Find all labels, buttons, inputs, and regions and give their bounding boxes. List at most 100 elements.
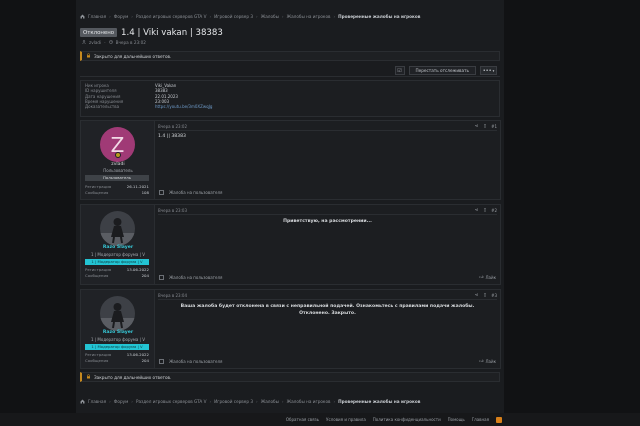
- select-checkbox[interactable]: ☑: [394, 66, 405, 75]
- post-header: Вчера в 23:03 ⋖ ▯ #2: [158, 207, 497, 213]
- field-key: ID нарушителя: [85, 88, 117, 94]
- footer-link-home[interactable]: Главная: [472, 417, 489, 422]
- post-date[interactable]: Вчера в 23:02: [158, 124, 187, 129]
- thread-date[interactable]: Вчера в 23:02: [116, 40, 146, 45]
- post-footer: Жалоба на пользователя 👍︎ Лайк: [159, 274, 496, 280]
- stat-value: 13.06.2022: [126, 267, 149, 272]
- like-button[interactable]: Лайк: [486, 275, 496, 280]
- report-link[interactable]: Жалоба на пользователя: [169, 275, 222, 280]
- closed-notice-text: Закрыто для дальнейших ответов.: [94, 374, 172, 380]
- separator-icon: ›: [281, 398, 284, 404]
- select-post-checkbox[interactable]: [159, 189, 164, 195]
- like-icon[interactable]: 👍︎: [479, 274, 483, 280]
- bookmark-icon[interactable]: ▯: [484, 293, 487, 298]
- stat-label: Сообщения: [85, 190, 109, 195]
- separator-icon: ›: [109, 398, 111, 404]
- post-number[interactable]: #1: [491, 124, 497, 129]
- field-key: Дата нарушения: [85, 93, 121, 99]
- closed-notice: Закрыто для дальнейших ответов.: [80, 51, 500, 61]
- rss-icon[interactable]: [496, 416, 502, 423]
- breadcrumb-item[interactable]: Проверенные жалобы на игроков: [338, 399, 420, 404]
- footer-link-feedback[interactable]: Обратная связь: [286, 417, 319, 422]
- user-stat: Сообщения 108: [85, 190, 149, 195]
- thread-fields: Ник игрока Viki_Vakan ID нарушителя 38383 …: [80, 80, 500, 117]
- closed-notice-text: Закрыто для дальнейших ответов.: [94, 53, 172, 59]
- separator-icon: ›: [131, 398, 133, 404]
- username[interactable]: Razo Slayer: [81, 330, 155, 335]
- post-number[interactable]: #3: [491, 293, 497, 298]
- breadcrumb-item[interactable]: Раздел игровых серверов GTA V: [136, 14, 207, 19]
- thread-author[interactable]: zvladi: [89, 40, 101, 45]
- evidence-link[interactable]: https://youtu.be/3m0XZwqJg: [155, 104, 212, 109]
- share-icon[interactable]: ⋖: [475, 293, 479, 298]
- breadcrumb-bottom: Главная › Форум › Раздел игровых серверов …: [80, 397, 420, 405]
- username[interactable]: zvladi: [81, 162, 155, 167]
- report-link[interactable]: Жалоба на пользователя: [169, 359, 222, 364]
- like-icon[interactable]: 👍︎: [479, 358, 483, 364]
- separator-icon: ›: [209, 13, 212, 19]
- avatar[interactable]: [100, 296, 135, 331]
- post-date[interactable]: Вчера в 23:04: [158, 293, 187, 298]
- post-footer: Жалоба на пользователя 👍︎ Лайк: [159, 358, 496, 364]
- share-icon[interactable]: ⋖: [475, 124, 479, 129]
- home-icon[interactable]: [80, 399, 85, 404]
- footer-link-terms[interactable]: Условия и правила: [326, 417, 366, 422]
- stat-value[interactable]: 108: [142, 190, 149, 195]
- bookmark-icon[interactable]: ▯: [484, 208, 487, 213]
- stat-label: Сообщения: [85, 273, 109, 278]
- breadcrumb-item[interactable]: Форум: [114, 14, 128, 19]
- breadcrumb-item[interactable]: Жалобы: [261, 14, 279, 19]
- footer-link-privacy[interactable]: Политика конфиденциальности: [373, 417, 441, 422]
- breadcrumb-item[interactable]: Игровой сервер 3: [214, 399, 253, 404]
- breadcrumb-item[interactable]: Главная: [88, 399, 106, 404]
- share-icon[interactable]: ⋖: [475, 208, 479, 213]
- lock-icon: [86, 374, 91, 380]
- breadcrumb-item[interactable]: Проверенные жалобы на игроков: [338, 14, 420, 19]
- breadcrumb-item[interactable]: Жалобы на игроков: [287, 399, 331, 404]
- online-indicator-icon: [115, 152, 121, 158]
- breadcrumb-item[interactable]: Жалобы: [261, 399, 279, 404]
- stat-value[interactable]: 204: [142, 273, 149, 278]
- field-value: Viki_Vakan: [155, 83, 177, 89]
- user-stat: Сообщения 204: [85, 358, 149, 363]
- avatar[interactable]: [100, 211, 135, 246]
- breadcrumb-item[interactable]: Форум: [114, 399, 128, 404]
- username[interactable]: Razo Slayer: [81, 245, 155, 250]
- footer-link-help[interactable]: Помощь: [448, 417, 465, 422]
- separator-icon: ›: [209, 398, 212, 404]
- stat-value[interactable]: 204: [142, 358, 149, 363]
- report-link[interactable]: Жалоба на пользователя: [169, 190, 222, 195]
- breadcrumb-item[interactable]: Игровой сервер 3: [214, 14, 253, 19]
- more-options-button[interactable]: ••• ▾: [480, 66, 497, 75]
- post-content-line: Отклонено. Закрыто.: [299, 311, 356, 317]
- post-content-line: Ваша жалоба будет отклонена в связи с не…: [180, 304, 475, 309]
- select-post-checkbox[interactable]: [159, 274, 164, 280]
- breadcrumb-item[interactable]: Главная: [88, 14, 106, 19]
- separator-icon: ›: [333, 13, 336, 19]
- like-button[interactable]: Лайк: [486, 359, 496, 364]
- post-date[interactable]: Вчера в 23:03: [158, 208, 187, 213]
- breadcrumb-item[interactable]: Раздел игровых серверов GTA V: [136, 399, 207, 404]
- field-value: 23:003: [155, 99, 170, 105]
- post-user-panel: Razo Slayer 1 | Модератор форума | V 1 |…: [81, 205, 155, 284]
- post-content: Приветствую, на рассмотрении...: [158, 214, 497, 225]
- post: Razo Slayer 1 | Модератор форума | V 1 |…: [80, 289, 501, 369]
- stat-label: Регистрация: [85, 184, 112, 189]
- thread-header: Отклонено 1.4 | Viki vakan | 38383: [80, 27, 223, 38]
- separator-icon: ›: [333, 398, 336, 404]
- post-content: Ваша жалоба будет отклонена в связи с не…: [158, 299, 497, 318]
- breadcrumb: Главная › Форум › Раздел игровых серверов …: [80, 12, 420, 20]
- stat-label: Регистрация: [85, 267, 112, 272]
- field-value: 38383: [155, 88, 168, 94]
- unwatch-button[interactable]: Перестать отслеживать: [408, 66, 476, 75]
- user-banner: 1 | Модератор форума | V: [85, 259, 149, 265]
- home-icon[interactable]: [80, 14, 85, 19]
- select-post-checkbox[interactable]: [159, 358, 164, 364]
- breadcrumb-item[interactable]: Жалобы на игроков: [287, 14, 331, 19]
- post-user-panel: Razo Slayer 1 | Модератор форума | V 1 |…: [81, 290, 155, 368]
- field-key: Доказательства: [85, 104, 120, 110]
- site-footer: Обратная связь Условия и правила Политик…: [0, 413, 640, 426]
- user-title: 1 | Модератор форума | V: [90, 252, 145, 257]
- post-number[interactable]: #2: [491, 208, 497, 213]
- bookmark-icon[interactable]: ▯: [484, 124, 487, 129]
